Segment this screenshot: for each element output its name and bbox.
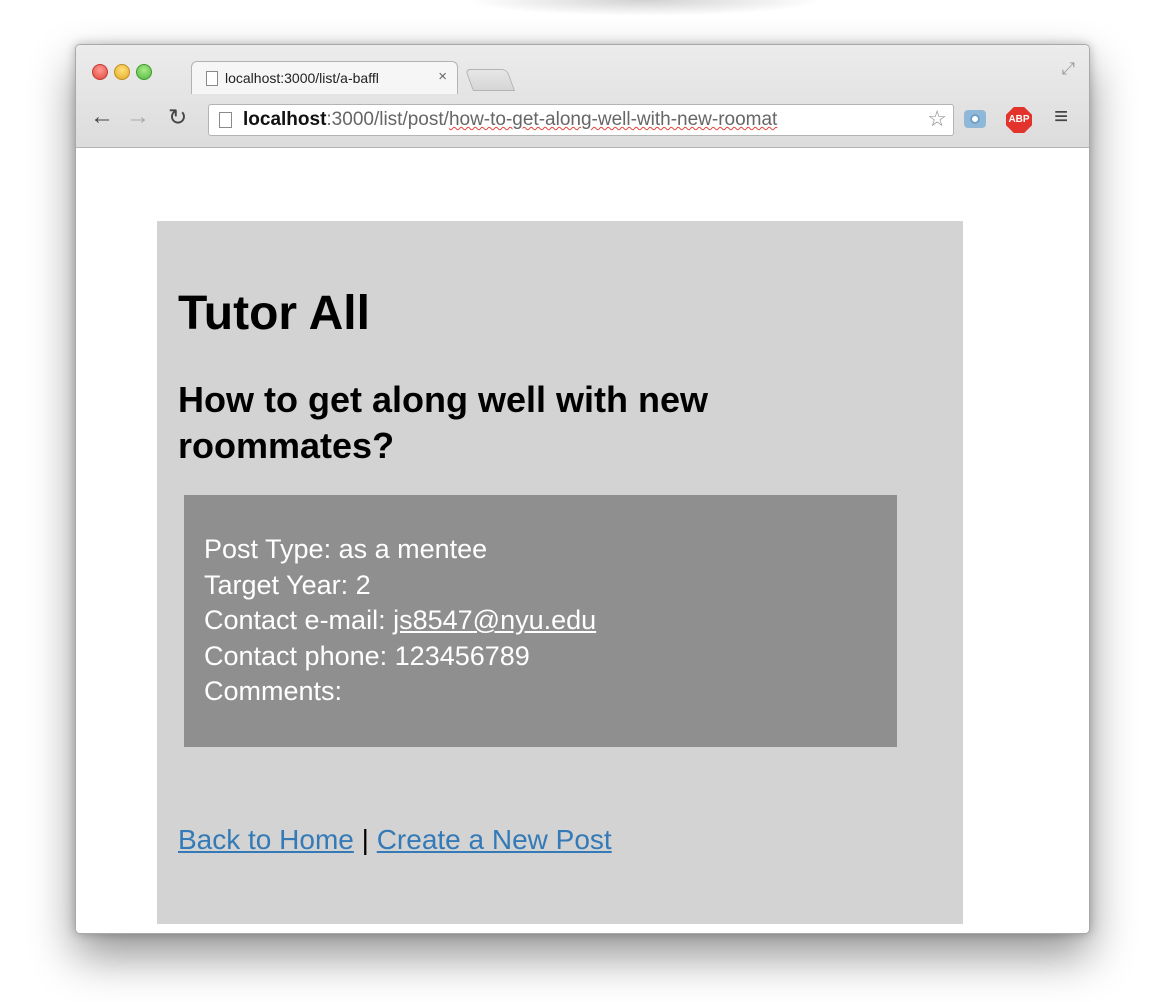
contact-email-link[interactable]: js8547@nyu.edu bbox=[393, 605, 596, 635]
page-icon bbox=[206, 71, 218, 86]
comments-row: Comments: bbox=[204, 674, 596, 710]
target-year-value: 2 bbox=[355, 569, 371, 600]
close-tab-icon[interactable]: × bbox=[438, 68, 447, 85]
post-title: How to get along well with new roommates… bbox=[178, 379, 708, 466]
reload-icon[interactable]: ↻ bbox=[168, 103, 187, 131]
abp-icon[interactable]: ABP bbox=[1006, 107, 1032, 133]
address-bar[interactable]: localhost:3000/list/post/how-to-get-alon… bbox=[208, 104, 954, 136]
minimize-window-button[interactable] bbox=[114, 64, 130, 80]
post-details-lines: Post Type: as a mentee Target Year: 2 Co… bbox=[204, 532, 596, 710]
browser-window: localhost:3000/list/a-baffl × ⤢ ← → ↻ lo… bbox=[75, 44, 1090, 934]
site-title: Tutor All bbox=[178, 287, 370, 340]
star-icon[interactable]: ☆ bbox=[927, 106, 947, 132]
post-type-label: Post Type: bbox=[204, 534, 332, 564]
url-text[interactable]: localhost:3000/list/post/how-to-get-alon… bbox=[243, 108, 913, 132]
post-details: Post Type: as a mentee Target Year: 2 Co… bbox=[184, 495, 897, 747]
contact-phone-label: Contact phone: bbox=[204, 640, 388, 671]
menu-icon[interactable]: ≡ bbox=[1054, 103, 1068, 131]
contact-phone-value: 123456789 bbox=[394, 640, 530, 671]
url-host: localhost bbox=[243, 109, 327, 130]
window-shadow bbox=[465, 0, 825, 16]
close-window-button[interactable] bbox=[92, 64, 108, 80]
browser-tab[interactable]: localhost:3000/list/a-baffl × bbox=[191, 61, 458, 94]
zoom-window-button[interactable] bbox=[136, 64, 152, 80]
link-separator: | bbox=[361, 824, 369, 855]
url-slug: how-to-get-along-well-with-new-roomat bbox=[448, 109, 778, 130]
content-card: Tutor All How to get along well with new… bbox=[157, 221, 963, 924]
contact-email-row: Contact e-mail: js8547@nyu.edu bbox=[204, 603, 596, 639]
back-arrow-icon[interactable]: ← bbox=[90, 103, 114, 131]
contact-phone-row: Contact phone: 123456789 bbox=[204, 639, 596, 675]
comments-label: Comments: bbox=[204, 676, 343, 706]
contact-email-label: Contact e-mail: bbox=[204, 605, 386, 635]
page-icon bbox=[219, 112, 232, 128]
create-post-link[interactable]: Create a New Post bbox=[377, 824, 612, 855]
target-year-row: Target Year: 2 bbox=[204, 568, 596, 604]
post-type-row: Post Type: as a mentee bbox=[204, 532, 596, 568]
page-viewport: Tutor All How to get along well with new… bbox=[76, 148, 1089, 933]
new-tab-button[interactable] bbox=[464, 69, 516, 91]
camera-icon[interactable] bbox=[964, 110, 986, 128]
tab-title: localhost:3000/list/a-baffl bbox=[225, 70, 379, 86]
browser-toolbar: localhost:3000/list/a-baffl × ⤢ ← → ↻ lo… bbox=[76, 45, 1089, 148]
target-year-label: Target Year: bbox=[204, 569, 349, 600]
forward-arrow-icon[interactable]: → bbox=[126, 103, 150, 131]
footer-nav: Back to Home | Create a New Post bbox=[178, 822, 612, 858]
back-to-home-link[interactable]: Back to Home bbox=[178, 824, 354, 855]
fullscreen-icon[interactable]: ⤢ bbox=[1061, 59, 1075, 79]
post-type-value: as a mentee bbox=[338, 534, 488, 564]
url-path: :3000/list/post/ bbox=[326, 109, 449, 130]
